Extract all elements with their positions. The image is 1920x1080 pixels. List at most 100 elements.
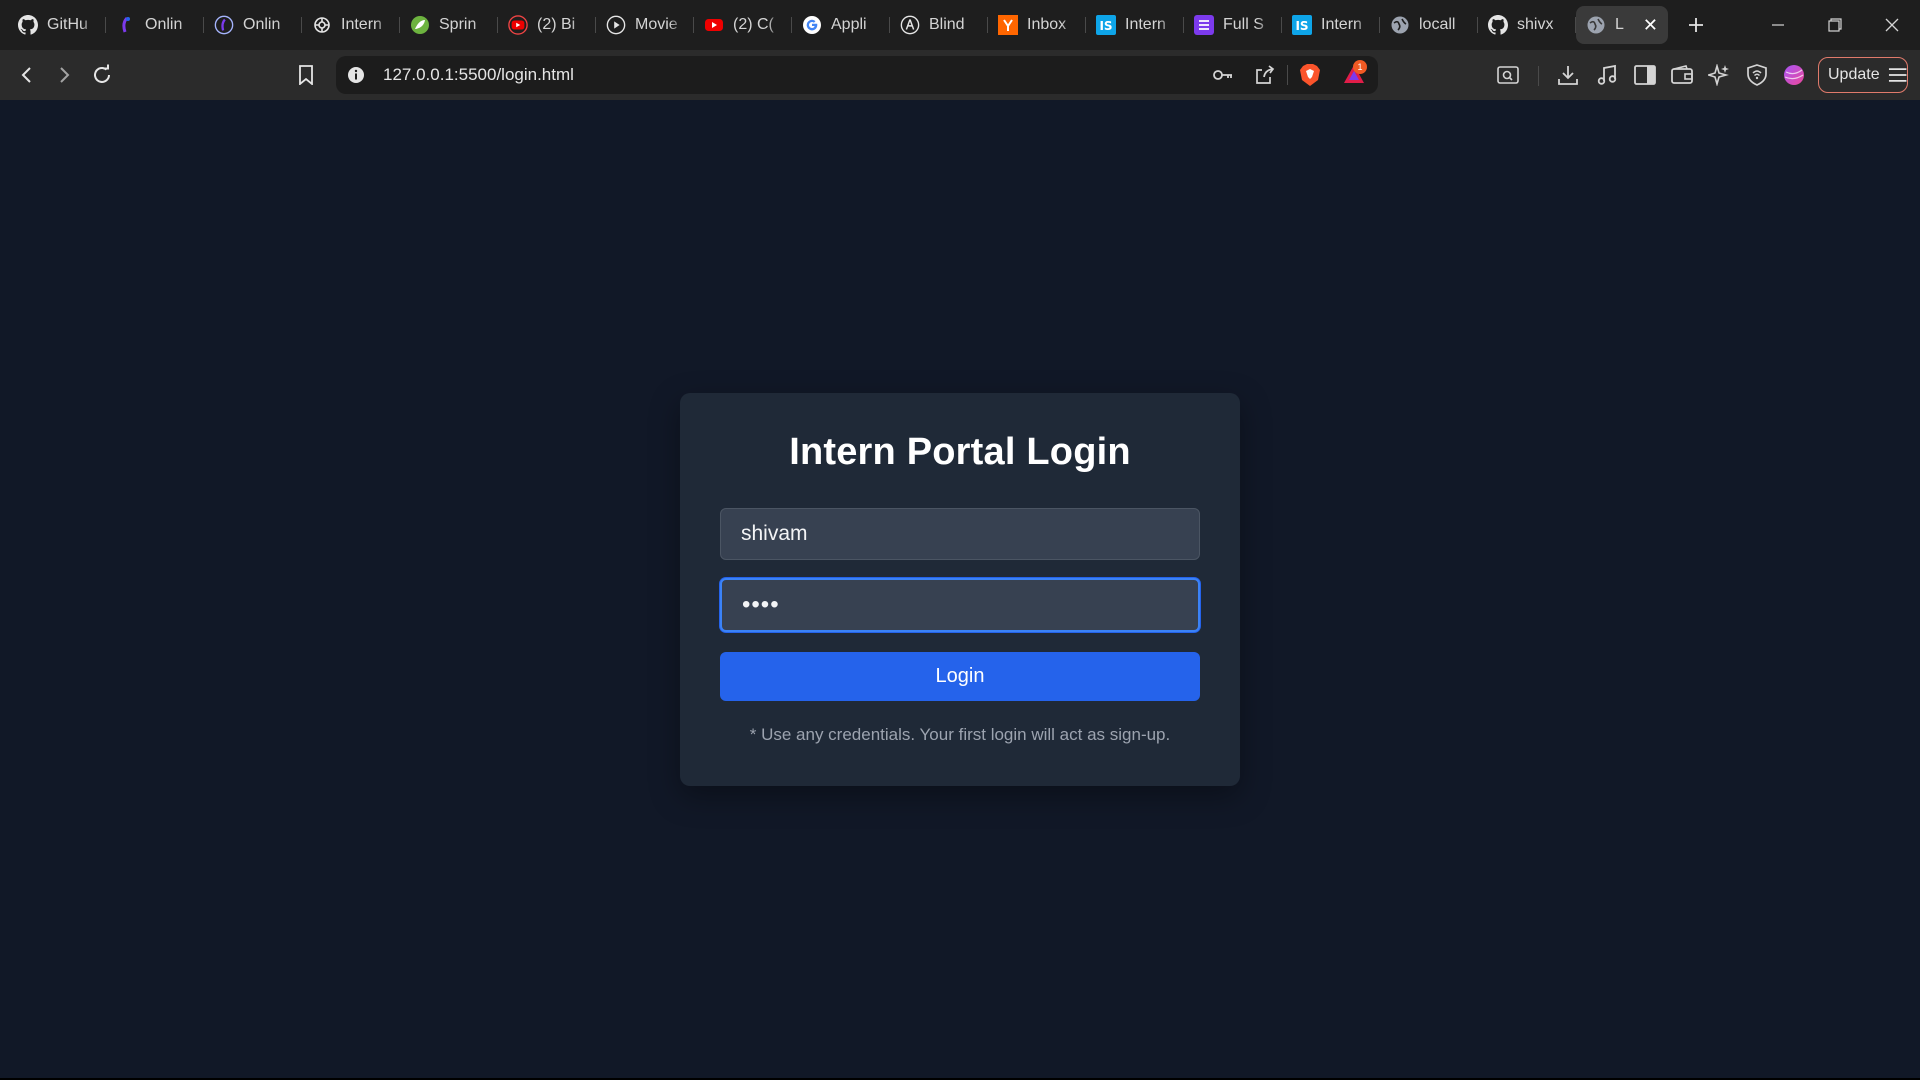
tab-localhost[interactable]: locall xyxy=(1380,6,1478,44)
window-controls xyxy=(1749,0,1920,50)
sparkle-icon xyxy=(1708,64,1729,86)
tab-title: locall xyxy=(1419,16,1456,33)
profile-button[interactable] xyxy=(1781,62,1807,88)
bookmark-icon xyxy=(299,65,313,85)
wallet-icon xyxy=(1671,65,1693,84)
reload-icon xyxy=(94,64,110,83)
tab-github-shivx[interactable]: shivx xyxy=(1478,6,1576,44)
brave-rewards-icon[interactable]: 1 xyxy=(1343,60,1367,90)
downloads-button[interactable] xyxy=(1555,62,1581,88)
youtube-icon xyxy=(508,15,528,35)
tab-blind[interactable]: Blind xyxy=(890,6,988,44)
info-icon[interactable] xyxy=(346,65,366,90)
tab-title: (2) Bi xyxy=(537,16,576,33)
close-tab-icon[interactable]: ✕ xyxy=(1643,16,1658,34)
separator xyxy=(1287,65,1288,85)
brave-shields-icon[interactable] xyxy=(1299,63,1321,92)
arrow-left-icon xyxy=(21,67,31,83)
tab-internshala-1[interactable]: IS Intern xyxy=(1086,6,1184,44)
list-icon xyxy=(1194,15,1214,35)
ycombinator-icon xyxy=(998,15,1018,35)
restore-icon xyxy=(1827,18,1842,32)
github-icon xyxy=(18,15,38,35)
codechef-circle-icon xyxy=(214,15,234,35)
new-tab-button[interactable] xyxy=(1678,7,1714,43)
vpn-button[interactable] xyxy=(1744,62,1770,88)
reload-button[interactable] xyxy=(89,62,115,88)
tab-title: shivx xyxy=(1517,16,1554,33)
page-viewport: Intern Portal Login Login * Use any cred… xyxy=(0,100,1920,1080)
url-text[interactable]: 127.0.0.1:5500/login.html xyxy=(383,65,574,85)
tab-title: Inbox xyxy=(1027,16,1067,33)
blind-icon xyxy=(900,15,920,35)
tab-fullstack[interactable]: Full S xyxy=(1184,6,1282,44)
tab-title: Onlin xyxy=(243,16,281,33)
tab-title: L xyxy=(1615,16,1624,33)
bookmark-button[interactable] xyxy=(293,62,319,88)
tab-title: Full S xyxy=(1223,16,1264,33)
tab-title: GitHu xyxy=(47,16,88,33)
arrow-right-icon xyxy=(60,67,70,83)
close-window-button[interactable] xyxy=(1863,0,1920,50)
internshala-icon: IS xyxy=(1096,15,1116,35)
tab-strip: GitHu Onlin Onlin Intern Sprin (2) Bi Mo… xyxy=(0,0,1920,50)
tab-google[interactable]: Appli xyxy=(792,6,890,44)
tab-codechef-2[interactable]: Onlin xyxy=(204,6,302,44)
leo-ai-button[interactable] xyxy=(1706,62,1732,88)
tab-codechef[interactable]: Onlin xyxy=(106,6,204,44)
shield-icon xyxy=(1747,64,1767,86)
play-icon xyxy=(606,15,626,35)
tab-youtube-1[interactable]: (2) Bi xyxy=(498,6,596,44)
login-card: Intern Portal Login Login * Use any cred… xyxy=(680,393,1240,786)
tab-active-login[interactable]: L ✕ xyxy=(1576,6,1668,44)
sidebar-icon xyxy=(1634,65,1656,85)
update-button[interactable]: Update xyxy=(1818,57,1908,93)
credentials-note: * Use any credentials. Your first login … xyxy=(749,725,1171,744)
svg-text:IS: IS xyxy=(1295,19,1308,33)
restore-button[interactable] xyxy=(1806,0,1863,50)
tab-title: Intern xyxy=(1321,16,1362,33)
hamburger-menu-icon xyxy=(1888,68,1907,82)
tab-chatgpt[interactable]: Intern xyxy=(302,6,400,44)
tab-title: Onlin xyxy=(145,16,183,33)
media-button[interactable] xyxy=(1594,62,1620,88)
tab-ycombinator[interactable]: Inbox xyxy=(988,6,1086,44)
search-page-icon xyxy=(1497,66,1519,84)
tab-github[interactable]: GitHu xyxy=(8,6,106,44)
wallet-button[interactable] xyxy=(1669,62,1695,88)
back-button[interactable] xyxy=(14,62,40,88)
tab-spring[interactable]: Sprin xyxy=(400,6,498,44)
minimize-icon xyxy=(1771,24,1784,26)
tab-title: (2) C( xyxy=(733,16,774,33)
separator xyxy=(1538,66,1539,86)
login-button[interactable]: Login xyxy=(720,652,1200,701)
share-icon[interactable] xyxy=(1254,64,1276,91)
update-label: Update xyxy=(1828,66,1880,83)
address-bar[interactable]: 127.0.0.1:5500/login.html 1 xyxy=(336,56,1378,94)
download-icon xyxy=(1558,66,1578,85)
reader-mode-button[interactable] xyxy=(1495,62,1521,88)
tab-title: Sprin xyxy=(439,16,477,33)
globe-icon xyxy=(1390,15,1410,35)
youtube-icon xyxy=(704,15,724,35)
close-icon xyxy=(1885,18,1898,32)
minimize-button[interactable] xyxy=(1749,0,1806,50)
sidebar-button[interactable] xyxy=(1632,62,1658,88)
spring-icon xyxy=(410,15,430,35)
tab-movie[interactable]: Movie xyxy=(596,6,694,44)
key-icon[interactable] xyxy=(1212,65,1234,90)
login-title: Intern Portal Login xyxy=(789,431,1131,473)
forward-button[interactable] xyxy=(51,62,77,88)
tab-title: Blind xyxy=(929,16,965,33)
avatar-icon xyxy=(1784,65,1804,85)
github-icon xyxy=(1488,15,1508,35)
password-input[interactable] xyxy=(720,578,1200,632)
tab-internshala-2[interactable]: IS Intern xyxy=(1282,6,1380,44)
music-note-icon xyxy=(1597,64,1617,85)
tab-youtube-2[interactable]: (2) C( xyxy=(694,6,792,44)
internshala-icon: IS xyxy=(1292,15,1312,35)
tab-title: Appli xyxy=(831,16,867,33)
browser-toolbar: 127.0.0.1:5500/login.html 1 Update xyxy=(0,50,1920,100)
username-input[interactable] xyxy=(720,508,1200,560)
notification-badge: 1 xyxy=(1353,60,1367,74)
